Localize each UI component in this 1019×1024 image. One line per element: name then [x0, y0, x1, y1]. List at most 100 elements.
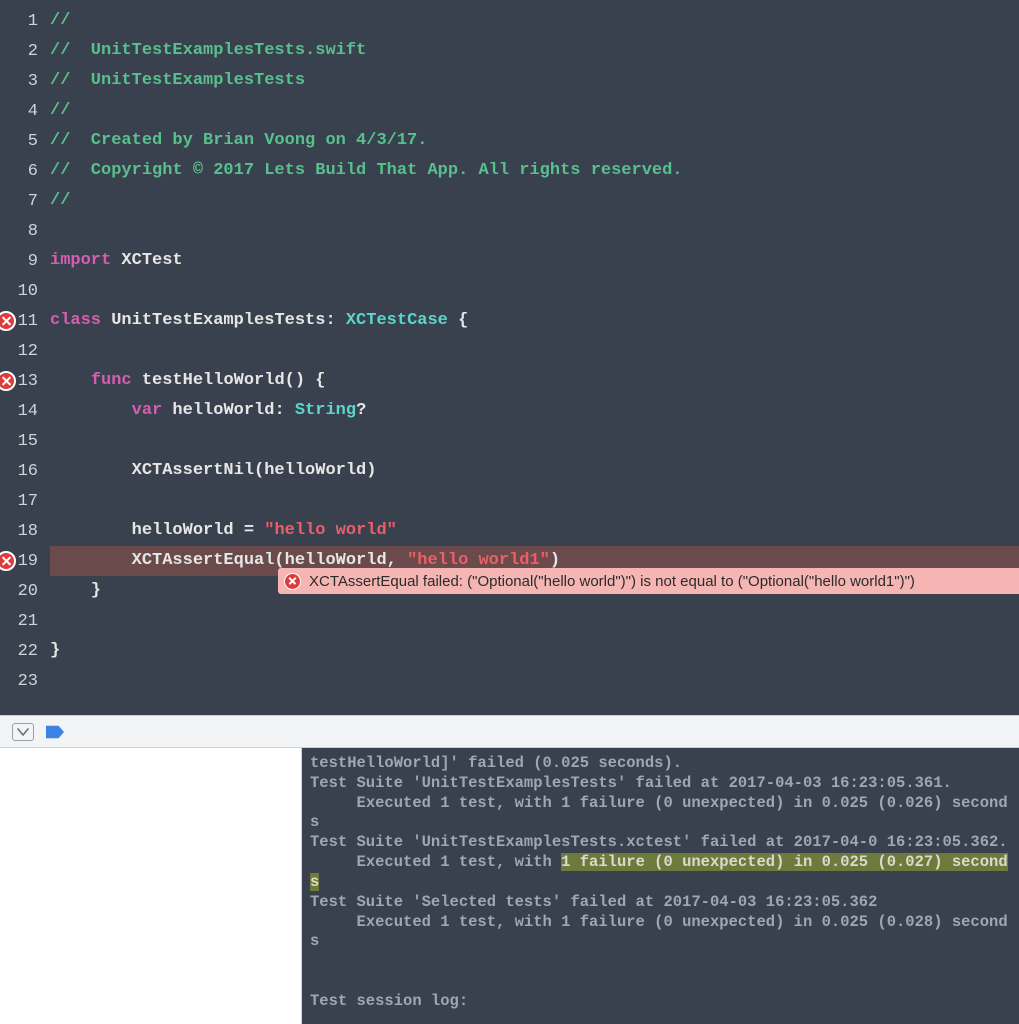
line-number-row: 9 — [0, 246, 44, 276]
line-number: 3 — [28, 72, 38, 91]
line-number: 1 — [28, 12, 38, 31]
line-number-row: 19 — [0, 546, 44, 576]
line-number: 21 — [18, 612, 38, 631]
debug-area: testHelloWorld]' failed (0.025 seconds).… — [0, 748, 1019, 1024]
line-number: 9 — [28, 252, 38, 271]
error-icon[interactable] — [0, 371, 16, 391]
code-editor[interactable]: 1234567891011121314151617181920212223 //… — [0, 0, 1019, 715]
plain-token: } — [50, 576, 101, 606]
console-text: Test Suite 'Selected tests' failed at 20… — [310, 893, 1008, 1010]
code-line[interactable]: // Created by Brian Voong on 4/3/17. — [50, 126, 1019, 156]
plain-token: helloWorld: — [162, 396, 295, 426]
code-line[interactable] — [50, 666, 1019, 696]
line-number: 7 — [28, 192, 38, 211]
type-token: String — [295, 396, 356, 426]
code-line[interactable]: helloWorld = "hello world" — [50, 516, 1019, 546]
line-number: 4 — [28, 102, 38, 121]
console-toolbar — [0, 715, 1019, 748]
line-number-row: 23 — [0, 666, 44, 696]
code-line[interactable]: var helloWorld: String? — [50, 396, 1019, 426]
console-output[interactable]: testHelloWorld]' failed (0.025 seconds).… — [302, 748, 1019, 1024]
line-number-row: 10 — [0, 276, 44, 306]
plain-token: helloWorld = — [50, 516, 264, 546]
code-line[interactable] — [50, 276, 1019, 306]
error-icon[interactable] — [0, 551, 16, 571]
line-number: 20 — [18, 582, 38, 601]
console-filter-button[interactable] — [12, 723, 34, 741]
code-line[interactable] — [50, 426, 1019, 456]
code-line[interactable] — [50, 486, 1019, 516]
line-number: 14 — [18, 402, 38, 421]
breakpoint-bookmark-icon[interactable] — [46, 723, 64, 741]
code-line[interactable]: func testHelloWorld() { — [50, 366, 1019, 396]
chevron-down-icon — [17, 727, 29, 737]
plain-token: } — [50, 636, 60, 666]
line-number: 10 — [18, 282, 38, 301]
keyword-token: class — [50, 306, 101, 336]
code-line[interactable] — [50, 216, 1019, 246]
code-line[interactable]: // — [50, 186, 1019, 216]
line-number-row: 18 — [0, 516, 44, 546]
line-number-row: 6 — [0, 156, 44, 186]
code-line[interactable]: // — [50, 6, 1019, 36]
line-number: 15 — [18, 432, 38, 451]
line-number-row: 15 — [0, 426, 44, 456]
comment-token: // UnitTestExamplesTests — [50, 66, 305, 96]
code-line[interactable]: import XCTest — [50, 246, 1019, 276]
line-number: 8 — [28, 222, 38, 241]
keyword-token: import — [50, 246, 111, 276]
error-icon — [284, 573, 301, 590]
code-area[interactable]: //// UnitTestExamplesTests.swift// UnitT… — [44, 0, 1019, 715]
line-number-row: 3 — [0, 66, 44, 96]
line-number-row: 1 — [0, 6, 44, 36]
code-line[interactable]: // UnitTestExamplesTests — [50, 66, 1019, 96]
line-number: 2 — [28, 42, 38, 61]
line-number-row: 5 — [0, 126, 44, 156]
line-number-row: 12 — [0, 336, 44, 366]
line-number: 16 — [18, 462, 38, 481]
line-number: 12 — [18, 342, 38, 361]
line-number: 11 — [18, 312, 38, 331]
line-number-row: 17 — [0, 486, 44, 516]
keyword-token: var — [132, 396, 163, 426]
line-number-row: 16 — [0, 456, 44, 486]
comment-token: // Copyright © 2017 Lets Build That App.… — [50, 156, 683, 186]
line-gutter: 1234567891011121314151617181920212223 — [0, 0, 44, 715]
plain-token: XCTest — [111, 246, 182, 276]
line-number: 18 — [18, 522, 38, 541]
code-line[interactable]: // Copyright © 2017 Lets Build That App.… — [50, 156, 1019, 186]
plain-token: XCTAssertNil(helloWorld) — [50, 456, 376, 486]
variables-panel[interactable] — [0, 748, 302, 1024]
line-number: 13 — [18, 372, 38, 391]
line-number-row: 2 — [0, 36, 44, 66]
line-number: 23 — [18, 672, 38, 691]
code-line[interactable] — [50, 336, 1019, 366]
line-number: 5 — [28, 132, 38, 151]
inline-error-banner[interactable]: XCTAssertEqual failed: ("Optional("hello… — [278, 568, 1019, 594]
line-number-row: 11 — [0, 306, 44, 336]
plain-token: ? — [356, 396, 366, 426]
code-line[interactable]: // — [50, 96, 1019, 126]
code-line[interactable]: } — [50, 636, 1019, 666]
type-token: XCTestCase — [346, 306, 448, 336]
error-icon[interactable] — [0, 311, 16, 331]
code-line[interactable]: XCTAssertNil(helloWorld) — [50, 456, 1019, 486]
comment-token: // — [50, 6, 70, 36]
plain-token — [50, 366, 91, 396]
code-line[interactable]: // UnitTestExamplesTests.swift — [50, 36, 1019, 66]
line-number-row: 20 — [0, 576, 44, 606]
plain-token: testHelloWorld() { — [132, 366, 326, 396]
code-line[interactable]: class UnitTestExamplesTests: XCTestCase … — [50, 306, 1019, 336]
line-number-row: 21 — [0, 606, 44, 636]
line-number: 22 — [18, 642, 38, 661]
line-number-row: 13 — [0, 366, 44, 396]
plain-token — [50, 396, 132, 426]
comment-token: // — [50, 96, 70, 126]
comment-token: // — [50, 186, 70, 216]
code-line[interactable] — [50, 606, 1019, 636]
line-number-row: 22 — [0, 636, 44, 666]
line-number-row: 14 — [0, 396, 44, 426]
inline-error-text: XCTAssertEqual failed: ("Optional("hello… — [309, 573, 915, 590]
line-number: 19 — [18, 552, 38, 571]
line-number-row: 7 — [0, 186, 44, 216]
